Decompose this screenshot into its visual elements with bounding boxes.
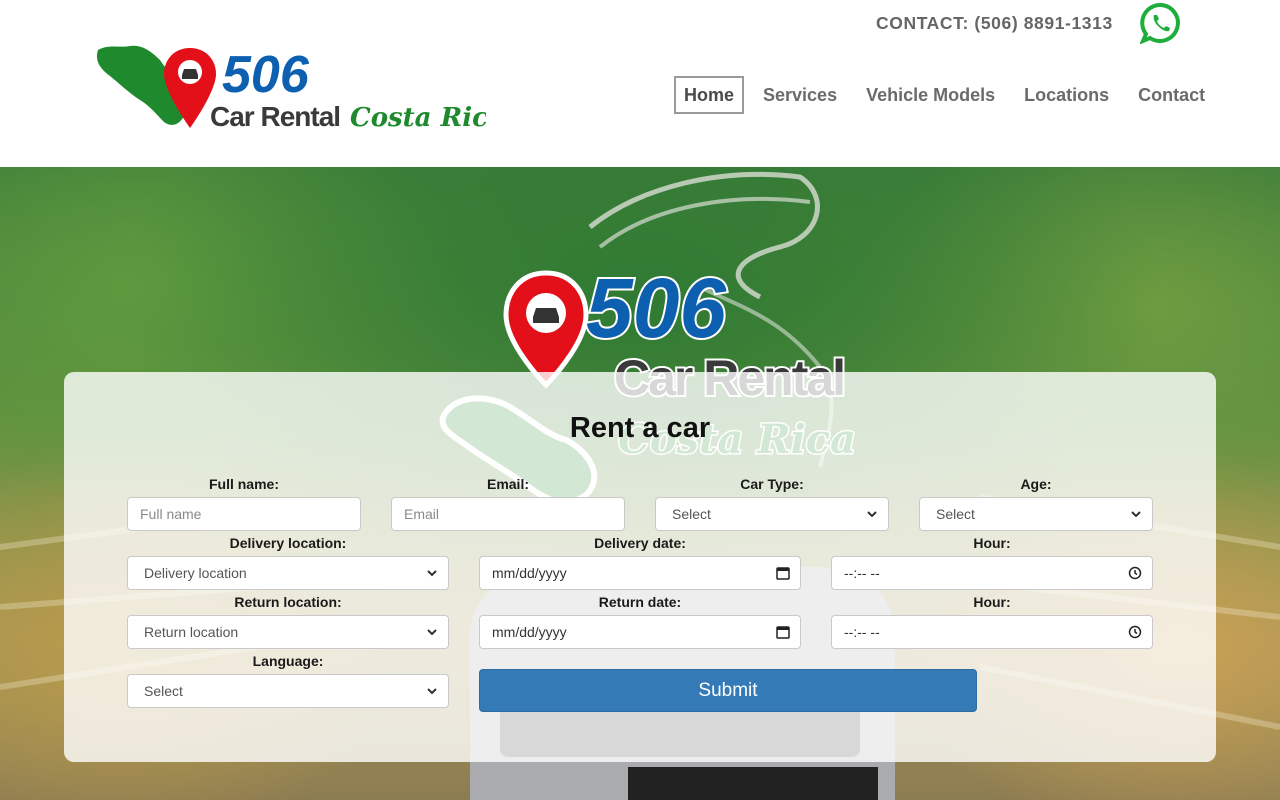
car-icon: [182, 69, 198, 79]
hero-logo-number: 506: [586, 265, 727, 355]
nav-services[interactable]: Services: [753, 76, 847, 114]
return-date-label: Return date:: [598, 594, 682, 610]
clock-icon[interactable]: [1128, 566, 1142, 580]
delivery-hour-label: Hour:: [973, 535, 1011, 551]
return-location-select[interactable]: Return location: [127, 615, 449, 649]
brand-logo[interactable]: 506 Car Rental Costa Rica: [94, 40, 486, 132]
site-header: 506 Car Rental Costa Rica CONTACT: (506)…: [0, 0, 1280, 167]
delivery-date-label: Delivery date:: [594, 535, 686, 551]
form-title: Rent a car: [569, 412, 711, 444]
nav-home[interactable]: Home: [674, 76, 745, 114]
car-type-label: Car Type:: [740, 476, 804, 492]
return-date-input[interactable]: mm/dd/yyyy: [479, 615, 801, 649]
calendar-icon[interactable]: [776, 625, 790, 639]
full-name-input[interactable]: Full name: [127, 497, 361, 531]
chevron-down-icon: [427, 570, 437, 577]
language-select[interactable]: Select: [127, 674, 449, 708]
logo-script: Costa Rica: [350, 103, 486, 132]
calendar-icon[interactable]: [776, 566, 790, 580]
nav-vehicle-models[interactable]: Vehicle Models: [856, 76, 1005, 114]
whatsapp-icon[interactable]: [1140, 2, 1182, 44]
return-location-label: Return location:: [234, 594, 342, 610]
car-type-select[interactable]: Select: [655, 497, 889, 531]
rent-car-form: Rent a car Full name: Full name Email: E…: [64, 372, 1216, 762]
clock-icon[interactable]: [1128, 625, 1142, 639]
nav-contact[interactable]: Contact: [1128, 76, 1215, 114]
chevron-down-icon: [427, 629, 437, 636]
return-hour-input[interactable]: --:-- --: [831, 615, 1153, 649]
hero-section: 506 Car Rental Costa Rica Rent a car Ful…: [0, 167, 1280, 800]
delivery-date-input[interactable]: mm/dd/yyyy: [479, 556, 801, 590]
nav-locations[interactable]: Locations: [1014, 76, 1119, 114]
submit-button[interactable]: Submit: [479, 669, 977, 712]
age-label: Age:: [1020, 476, 1052, 492]
email-label: Email:: [486, 476, 529, 492]
language-label: Language:: [252, 653, 324, 669]
logo-text: Car Rental: [210, 101, 340, 132]
contact-phone[interactable]: CONTACT: (506) 8891-1313: [876, 12, 1113, 34]
delivery-hour-input[interactable]: --:-- --: [831, 556, 1153, 590]
age-select[interactable]: Select: [919, 497, 1153, 531]
main-nav: Home Services Vehicle Models Locations C…: [674, 76, 1224, 114]
return-hour-label: Hour:: [973, 594, 1011, 610]
logo-number: 506: [222, 46, 310, 104]
chevron-down-icon: [427, 688, 437, 695]
email-input[interactable]: Email: [391, 497, 625, 531]
delivery-location-select[interactable]: Delivery location: [127, 556, 449, 590]
full-name-label: Full name:: [208, 476, 279, 492]
chevron-down-icon: [1131, 511, 1141, 518]
delivery-location-label: Delivery location:: [229, 535, 347, 551]
chevron-down-icon: [867, 511, 877, 518]
